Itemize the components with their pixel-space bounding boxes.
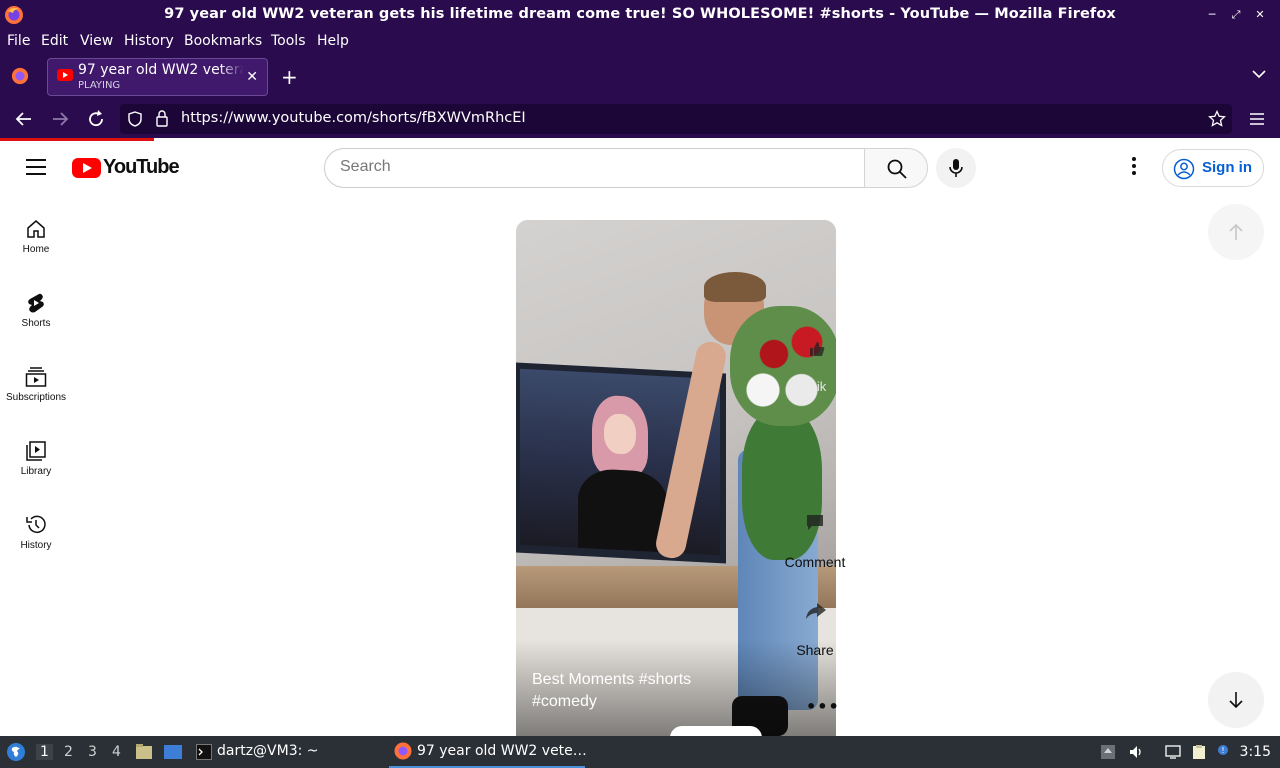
search-box[interactable]: [324, 148, 865, 188]
window-titlebar: 97 year old WW2 veteran gets his lifetim…: [0, 0, 1280, 30]
menu-file[interactable]: File: [7, 33, 30, 49]
show-desktop-icon[interactable]: [163, 743, 183, 761]
app-menu-icon[interactable]: [1246, 108, 1268, 130]
volume-icon[interactable]: [1128, 744, 1144, 760]
subscriptions-icon: [25, 367, 47, 387]
search-icon: [887, 159, 907, 179]
task-terminal[interactable]: dartz@VM3: ~: [190, 736, 380, 768]
guide-menu-icon[interactable]: [26, 159, 46, 175]
previous-short-button[interactable]: [1208, 204, 1264, 260]
navigation-bar: https://www.youtube.com/shorts/fBXWVmRhc…: [0, 100, 1280, 138]
menu-view[interactable]: View: [80, 33, 113, 49]
account-icon: [1173, 158, 1195, 180]
arrow-up-icon: [1229, 223, 1243, 240]
microphone-icon: [949, 159, 963, 177]
search-input[interactable]: [340, 158, 840, 176]
desktop-taskbar: 1 2 3 4 dartz@VM3: ~ 97 year old WW2 vet…: [0, 736, 1280, 768]
short-caption-line1[interactable]: Best Moments #shorts: [532, 671, 691, 689]
file-manager-icon[interactable]: [135, 743, 153, 761]
bookmark-star-icon[interactable]: [1208, 110, 1226, 128]
home-icon: [27, 220, 45, 238]
arrow-down-icon: [1229, 692, 1243, 709]
terminal-icon: [196, 744, 212, 760]
like-icon[interactable]: [808, 340, 826, 358]
short-video-player[interactable]: [516, 220, 836, 736]
workspace-2[interactable]: 2: [64, 744, 73, 760]
network-icon[interactable]: [1165, 744, 1181, 760]
youtube-play-icon: [72, 158, 101, 178]
guide-label-library: Library: [20, 466, 52, 477]
library-icon: [26, 441, 46, 461]
share-label[interactable]: Share: [775, 642, 855, 658]
workspace-4[interactable]: 4: [112, 744, 121, 760]
tray-upload-icon[interactable]: [1100, 744, 1116, 760]
tab-close-icon[interactable]: ✕: [246, 69, 258, 85]
menu-help[interactable]: Help: [317, 33, 349, 49]
window-title: 97 year old WW2 veteran gets his lifetim…: [164, 6, 1116, 22]
comment-label[interactable]: Comment: [775, 554, 855, 570]
tab-youtube[interactable]: 97 year old WW2 veteran gets his lifetim…: [47, 58, 268, 96]
start-menu-icon[interactable]: [6, 742, 26, 762]
history-icon: [26, 515, 46, 534]
like-label: Lik: [809, 379, 827, 394]
comment-icon[interactable]: [805, 512, 825, 532]
firefox-view-icon[interactable]: [11, 67, 29, 85]
notification-icon[interactable]: !: [1215, 744, 1231, 760]
next-short-button[interactable]: [1208, 672, 1264, 728]
url-text[interactable]: https://www.youtube.com/shorts/fBXWVmRhc…: [181, 110, 526, 126]
video-frame-flowers: [730, 306, 836, 426]
menu-tools[interactable]: Tools: [271, 33, 306, 49]
guide-label-home: Home: [22, 244, 50, 255]
guide-label-shorts: Shorts: [21, 318, 51, 329]
back-icon[interactable]: [13, 108, 35, 130]
voice-search-button[interactable]: [936, 148, 976, 188]
clipboard-icon[interactable]: [1191, 744, 1207, 760]
guide-item-history[interactable]: History: [0, 514, 72, 588]
maximize-icon[interactable]: ⤢: [1226, 7, 1246, 23]
svg-text:!: !: [1221, 746, 1224, 755]
menu-edit[interactable]: Edit: [41, 33, 68, 49]
lock-icon[interactable]: [155, 110, 169, 127]
forward-icon[interactable]: [49, 108, 71, 130]
guide-item-shorts[interactable]: Shorts: [0, 292, 72, 366]
more-actions-icon[interactable]: •••: [806, 697, 840, 716]
menu-bar: File Edit View History Bookmarks Tools H…: [0, 30, 1280, 53]
window-controls: ─ ⤢ ✕: [1202, 7, 1270, 23]
youtube-logo-text: YouTube: [103, 156, 180, 178]
guide-item-home[interactable]: Home: [0, 218, 72, 292]
guide-label-subscriptions: Subscriptions: [5, 392, 67, 403]
workspace-1[interactable]: 1: [36, 744, 53, 760]
clock: 3:15: [1239, 744, 1271, 760]
sign-in-button[interactable]: Sign in: [1162, 149, 1264, 187]
tab-strip: 97 year old WW2 veteran gets his lifetim…: [0, 53, 1280, 100]
firefox-icon: [394, 742, 412, 760]
task-terminal-label: dartz@VM3: ~: [217, 743, 319, 759]
youtube-header: YouTube Sign in: [0, 141, 1280, 197]
shorts-icon: [28, 293, 44, 313]
search-button[interactable]: [864, 148, 928, 188]
menu-history[interactable]: History: [124, 33, 174, 49]
list-all-tabs-icon[interactable]: [1252, 67, 1266, 81]
guide-item-subscriptions[interactable]: Subscriptions: [0, 366, 72, 440]
shield-icon[interactable]: [127, 111, 143, 127]
guide-item-library[interactable]: Library: [0, 440, 72, 514]
reload-icon[interactable]: [85, 108, 107, 130]
guide-label-history: History: [20, 540, 52, 551]
settings-more-icon[interactable]: [1124, 157, 1144, 181]
short-caption-line2[interactable]: #comedy: [532, 693, 597, 711]
tab-playing-label: PLAYING: [78, 80, 121, 91]
close-icon[interactable]: ✕: [1250, 7, 1270, 23]
task-firefox-label: 97 year old WW2 vete…: [417, 743, 587, 759]
minimize-icon[interactable]: ─: [1202, 7, 1222, 23]
url-bar[interactable]: https://www.youtube.com/shorts/fBXWVmRhc…: [120, 104, 1232, 134]
sign-in-label: Sign in: [1202, 159, 1252, 176]
tab-title: 97 year old WW2 veteran gets his lifetim…: [78, 62, 244, 78]
task-firefox[interactable]: 97 year old WW2 vete…: [389, 736, 587, 768]
menu-bookmarks[interactable]: Bookmarks: [184, 33, 262, 49]
youtube-favicon-icon: [57, 69, 73, 81]
workspace-3[interactable]: 3: [88, 744, 97, 760]
new-tab-icon[interactable]: +: [281, 65, 298, 89]
share-icon[interactable]: [805, 602, 827, 620]
